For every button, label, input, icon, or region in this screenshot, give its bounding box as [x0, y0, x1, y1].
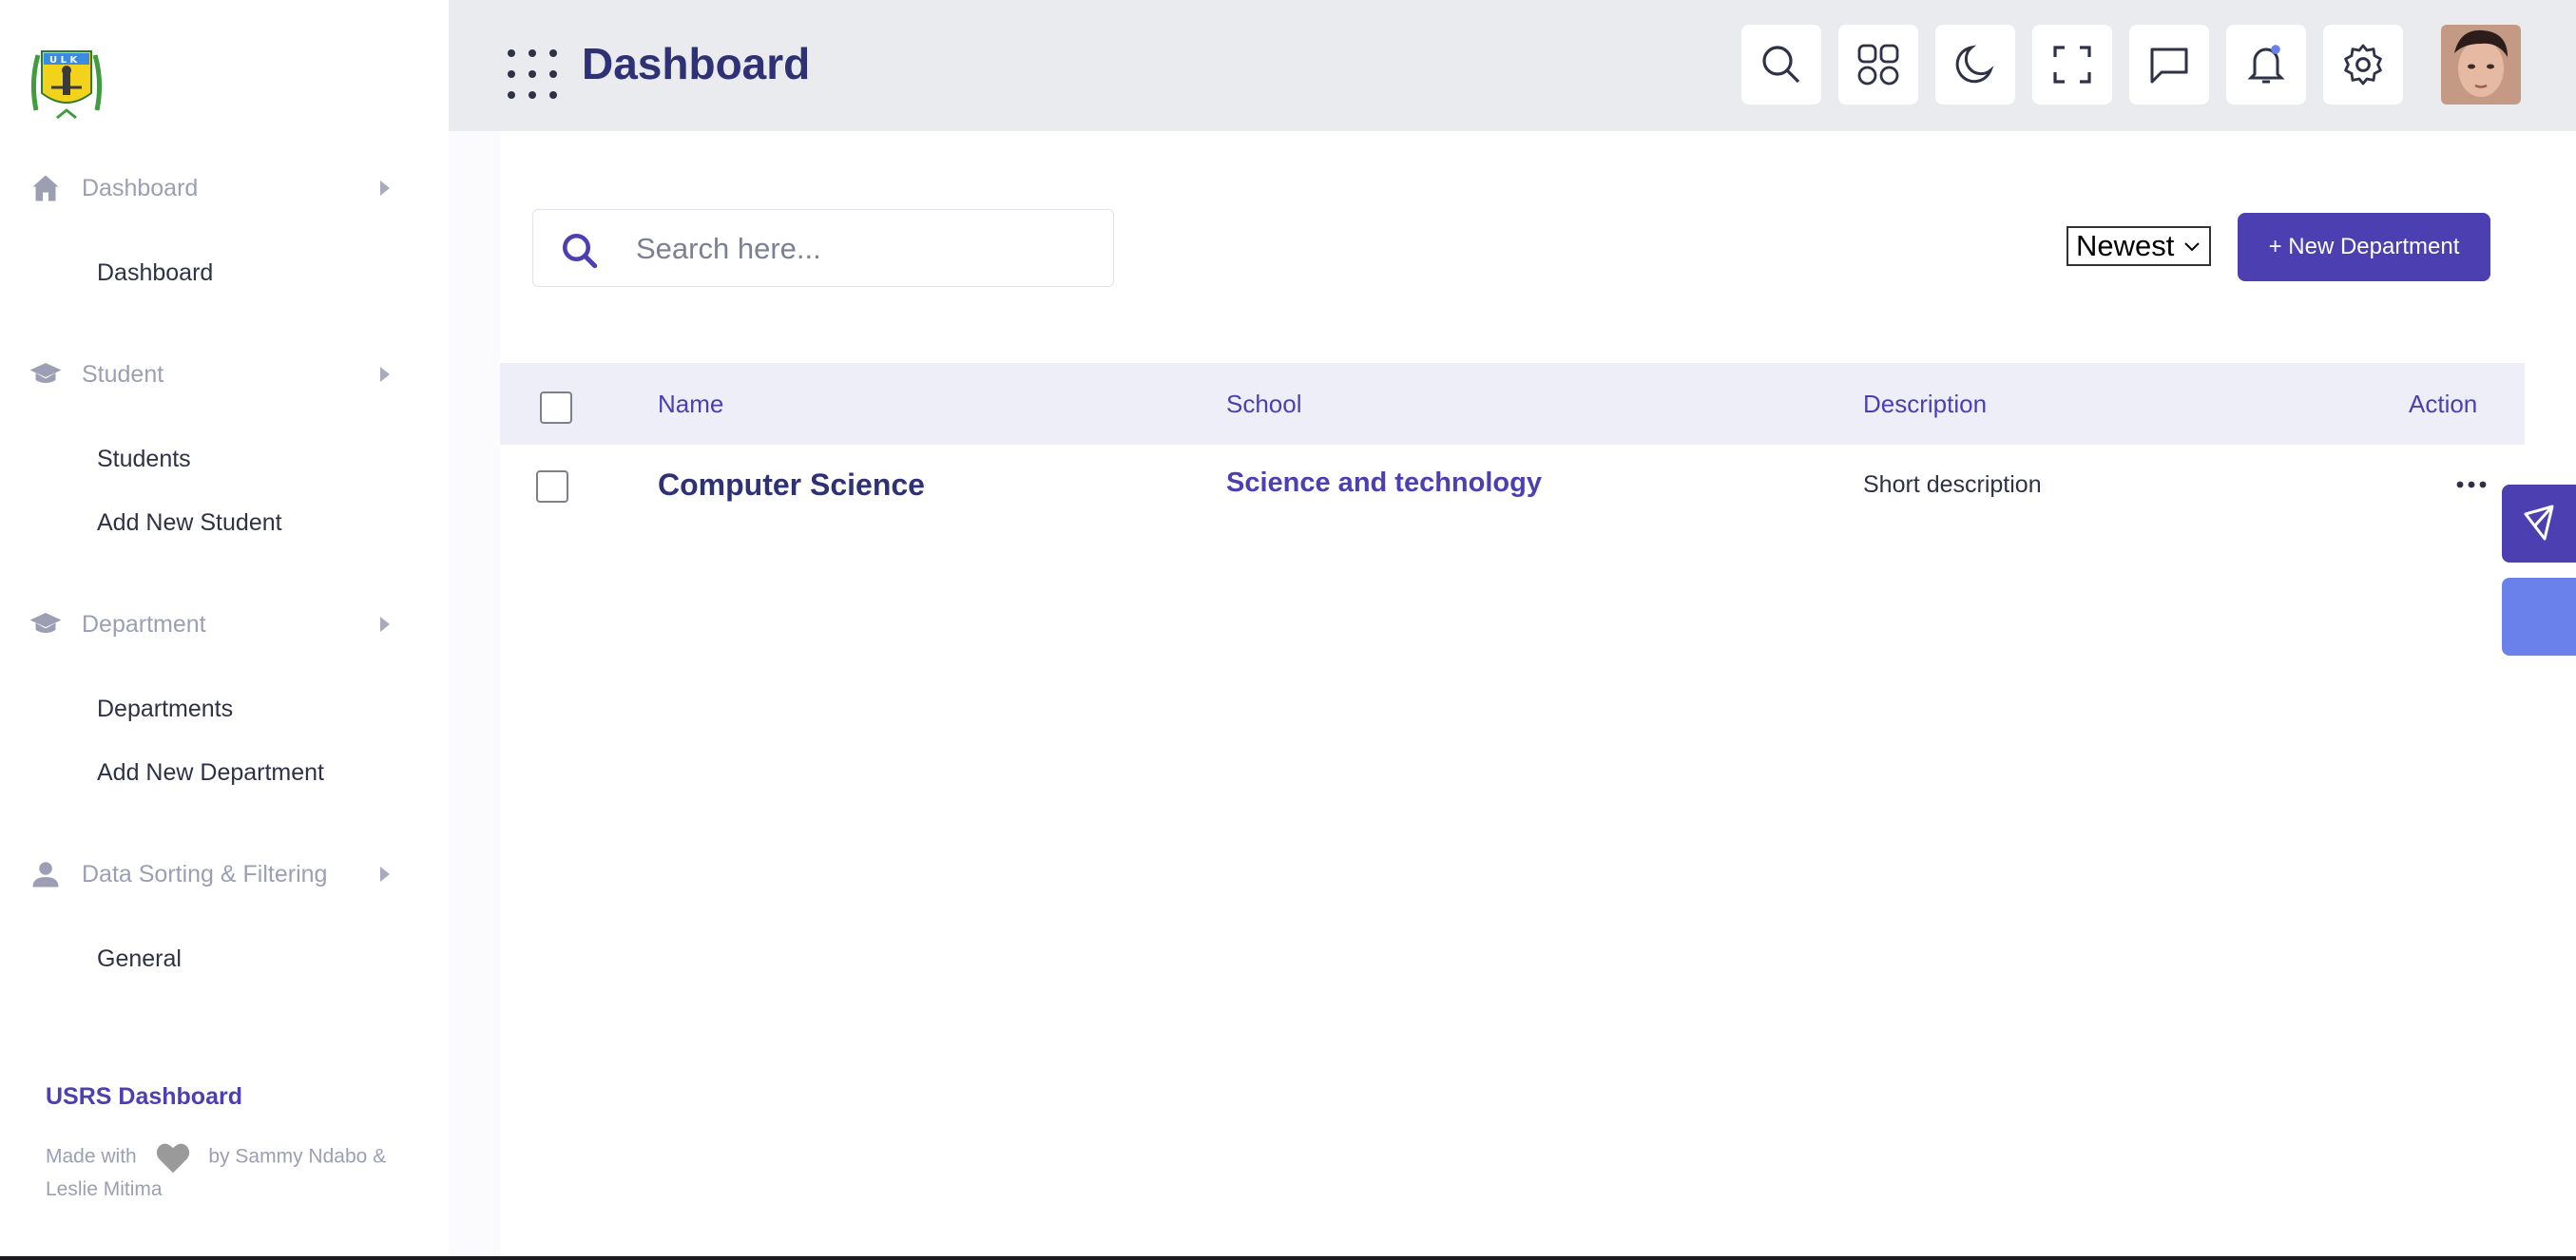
university-logo: U L K — [30, 50, 103, 120]
search-icon — [562, 233, 598, 269]
caret-right-icon — [380, 367, 390, 382]
header-notifications-button[interactable] — [2226, 25, 2306, 105]
sidebar: U L K Dashboard Dashboard Student Studen… — [0, 0, 449, 1260]
row-school-link[interactable]: Science and technology — [1226, 468, 1542, 499]
avatar-image — [2441, 25, 2521, 105]
column-header-name[interactable]: Name — [658, 390, 723, 419]
user-avatar[interactable] — [2441, 25, 2521, 105]
home-icon — [32, 175, 59, 201]
sidebar-section-label: Student — [82, 360, 164, 388]
sidebar-section-student[interactable]: Student — [0, 351, 449, 398]
person-icon — [32, 862, 59, 888]
sidebar-section-data-sorting[interactable]: Data Sorting & Filtering — [0, 850, 449, 898]
select-all-checkbox[interactable] — [540, 391, 572, 424]
apps-icon — [1857, 44, 1899, 86]
floating-secondary-button[interactable] — [2502, 578, 2576, 656]
sort-select-value: Newest — [2076, 229, 2175, 262]
table-header: Name School Description Action — [500, 363, 2525, 445]
header-chat-button[interactable] — [2129, 25, 2209, 105]
footer-made-prefix: Made with — [46, 1145, 137, 1168]
chat-icon — [2150, 48, 2188, 84]
search-icon — [1762, 46, 1800, 84]
sidebar-item-students[interactable]: Students — [97, 446, 191, 473]
sidebar-section-dashboard[interactable]: Dashboard — [0, 164, 449, 212]
sidebar-item-add-new-student[interactable]: Add New Student — [97, 509, 282, 537]
column-header-action: Action — [2409, 390, 2478, 418]
new-department-button[interactable]: + New Department — [2238, 213, 2490, 281]
caret-right-icon — [380, 617, 390, 632]
moon-icon — [1955, 45, 1994, 84]
footer-app-title: USRS Dashboard — [46, 1083, 242, 1110]
footer-credits: Made with by Sammy Ndabo & Leslie Mitima — [46, 1140, 407, 1205]
sidebar-section-label: Dashboard — [82, 174, 199, 201]
sidebar-section-label: Data Sorting & Filtering — [82, 860, 328, 888]
page-title: Dashboard — [582, 39, 811, 88]
caret-right-icon — [380, 867, 390, 882]
chevron-down-icon — [2184, 242, 2200, 252]
sidebar-section-label: Department — [82, 610, 206, 638]
sidebar-item-departments[interactable]: Departments — [97, 696, 233, 723]
header-fullscreen-button[interactable] — [2032, 25, 2112, 105]
row-checkbox[interactable] — [536, 470, 568, 503]
bell-icon — [2247, 45, 2285, 84]
floating-action-button[interactable] — [2502, 485, 2576, 563]
header-apps-button[interactable] — [1838, 25, 1918, 105]
content-gutter — [449, 131, 500, 1260]
cube-icon — [2524, 505, 2554, 541]
gear-icon — [2344, 44, 2382, 86]
column-header-description[interactable]: Description — [1863, 390, 1987, 419]
window-bottom-edge — [0, 1256, 2576, 1260]
row-description: Short description — [1863, 471, 2042, 498]
column-header-school[interactable]: School — [1226, 390, 1302, 419]
fullscreen-icon — [2053, 46, 2091, 84]
graduation-cap-icon — [29, 363, 62, 383]
sidebar-item-dashboard[interactable]: Dashboard — [97, 259, 213, 287]
graduation-cap-icon — [29, 613, 62, 633]
header-search-button[interactable] — [1741, 25, 1821, 105]
sort-select[interactable]: Newest — [2067, 226, 2211, 266]
menu-dots-icon[interactable] — [506, 48, 559, 101]
caret-right-icon — [380, 181, 390, 196]
row-name: Computer Science — [658, 468, 925, 502]
sidebar-section-department[interactable]: Department — [0, 601, 449, 648]
sidebar-item-general[interactable]: General — [97, 945, 182, 973]
heart-icon — [156, 1143, 189, 1174]
svg-text:U L K: U L K — [49, 55, 78, 66]
sidebar-item-add-new-department[interactable]: Add New Department — [97, 759, 324, 787]
header-settings-button[interactable] — [2323, 25, 2403, 105]
search-input[interactable] — [636, 225, 1092, 273]
more-horizontal-icon[interactable] — [2454, 471, 2489, 498]
search-box[interactable] — [532, 209, 1114, 287]
header-theme-button[interactable] — [1935, 25, 2015, 105]
